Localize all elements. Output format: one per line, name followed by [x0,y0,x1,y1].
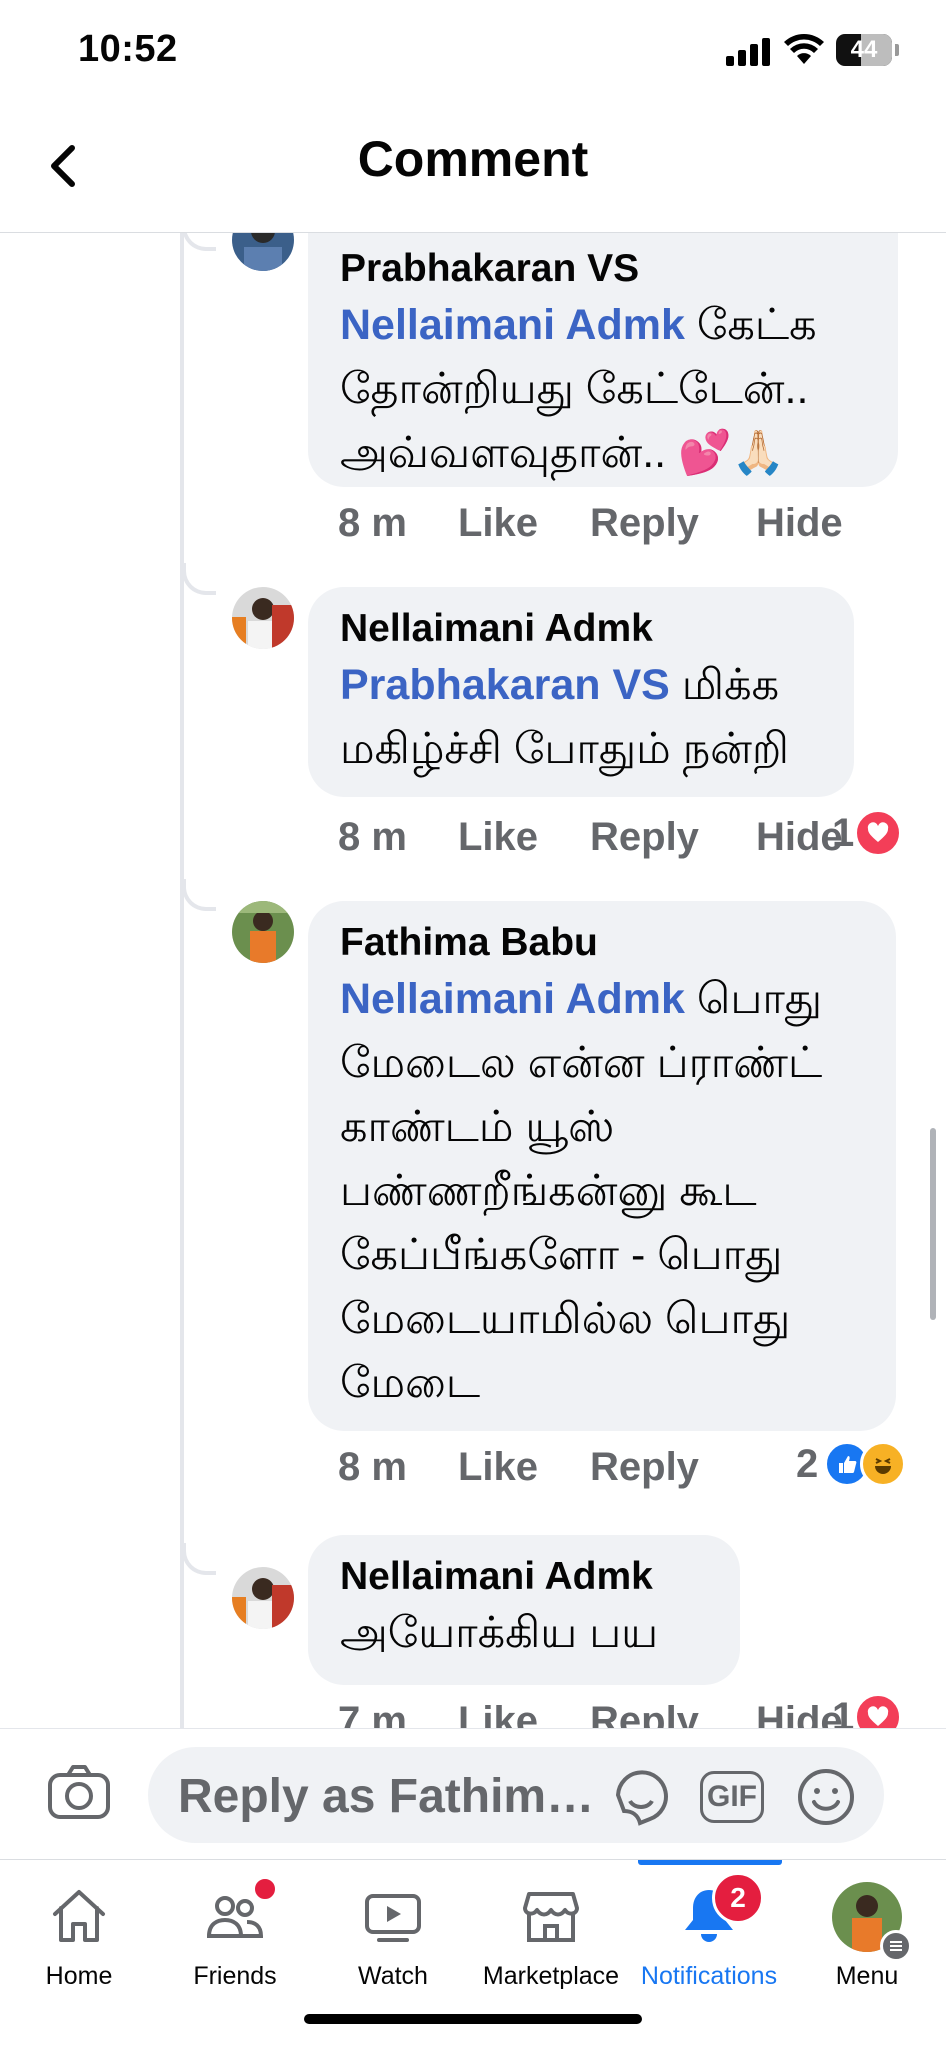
marketplace-icon [523,1892,579,1942]
thread-connector [182,879,216,911]
comment-line: கேட்க [696,301,817,349]
comment-line: பண்ணறீங்கன்னு கூட [340,1167,757,1215]
home-icon [53,1890,105,1942]
comment-line: தோன்றியது கேட்டேன்.. [340,365,809,413]
wifi-icon [784,34,824,64]
tab-label: Watch [358,1962,428,1990]
hide-button[interactable]: Hide [756,501,843,546]
avatar[interactable] [232,1567,294,1629]
tab-marketplace[interactable]: Marketplace [472,1860,630,2010]
avatar[interactable] [232,901,294,963]
comment-thread[interactable]: Prabhakaran VS Nellaimani Admk கேட்க தோன… [0,233,946,1728]
comment-bubble[interactable]: Fathima Babu Nellaimani Admk பொது மேடைல … [308,901,896,1431]
tab-label: Home [45,1962,113,1990]
comment-author[interactable]: Nellaimani Admk [340,605,820,653]
reaction-count: 2 [796,1441,819,1486]
page-title: Comment [357,131,589,187]
menu-icon [880,1930,912,1962]
like-button[interactable]: Like [458,815,538,860]
reaction-summary[interactable]: 2 [796,1441,907,1487]
comment-author[interactable]: Fathima Babu [340,919,862,967]
reaction-count: 1 [832,1694,855,1729]
hide-button[interactable]: Hide [756,1699,843,1728]
comment-line: கேப்பீங்களோ - பொது [340,1231,783,1279]
avatar[interactable] [232,233,294,271]
avatar[interactable] [232,587,294,649]
tab-watch[interactable]: Watch [314,1860,472,2010]
reaction-count: 1 [832,810,855,855]
thread-connector [182,563,216,595]
watch-icon [365,1894,421,1942]
header: Comment [0,100,946,233]
home-indicator [304,2014,642,2024]
tab-menu[interactable]: Menu [788,1860,946,2010]
comment-bubble[interactable]: Prabhakaran VS Nellaimani Admk கேட்க தோன… [308,233,898,487]
like-button[interactable]: Like [458,1699,538,1728]
comment-author[interactable]: Prabhakaran VS [340,245,864,293]
thread-connector [182,1543,216,1575]
tab-label: Marketplace [482,1962,620,1990]
reply-button[interactable]: Reply [590,501,699,546]
battery-level: 44 [850,36,878,63]
comment-line: மேடைல என்ன ப்ராண்ட் [340,1039,823,1087]
comment-time: 8 m [338,815,407,859]
comment-time: 8 m [338,501,407,545]
comment-line: மேடையாமில்ல பொது [340,1295,791,1343]
comment-time: 8 m [338,1445,407,1489]
tab-label: Friends [193,1962,277,1990]
friends-notification-dot [252,1876,278,1902]
comment-text: அயோக்கிய பய [340,1601,706,1665]
comment-text: Nellaimani Admk கேட்க தோன்றியது கேட்டேன்… [340,293,864,485]
mention-link[interactable]: Nellaimani Admk [340,301,685,349]
battery-icon: 44 [836,34,899,66]
like-button[interactable]: Like [458,1445,538,1490]
comment-line: காண்டம் யூஸ் [340,1103,615,1151]
comment-text: Nellaimani Admk பொது மேடைல என்ன ப்ராண்ட்… [340,967,862,1415]
comment-text: Prabhakaran VS மிக்க மகிழ்ச்சி போதும் நன… [340,653,820,781]
tab-label: Notifications [640,1962,778,1990]
reaction-summary[interactable]: 1 [832,1693,903,1729]
gif-button[interactable]: GIF [700,1771,764,1823]
haha-reaction-icon [860,1441,907,1487]
emoji-icon[interactable] [796,1767,856,1827]
comment-line: மிக்க [681,661,780,709]
comment-line: பொது [696,975,823,1023]
love-reaction-icon [854,809,903,857]
thread-connector [182,233,216,251]
like-button[interactable]: Like [458,501,538,546]
love-reaction-icon [854,1693,903,1728]
comment-line: அயோக்கிய பய [340,1609,659,1657]
comment-bubble[interactable]: Nellaimani Admk Prabhakaran VS மிக்க மகி… [308,587,854,797]
comment-bubble[interactable]: Nellaimani Admk அயோக்கிய பய [308,1535,740,1685]
reply-button[interactable]: Reply [590,815,699,860]
comment-line: மேடை [340,1359,481,1407]
cellular-signal-icon [726,38,770,66]
tab-home[interactable]: Home [0,1860,158,2010]
camera-icon[interactable] [46,1759,112,1825]
scrollbar[interactable] [930,1128,936,1320]
tab-label: Menu [835,1962,899,1990]
comment-time: 7 m [338,1699,407,1728]
comment-author[interactable]: Nellaimani Admk [340,1553,706,1601]
status-bar: 10:52 44 [0,0,946,100]
mention-link[interactable]: Nellaimani Admk [340,975,685,1023]
notifications-badge: 2 [712,1872,764,1924]
hide-button[interactable]: Hide [756,815,843,860]
reaction-summary[interactable]: 1 [832,809,903,857]
reply-placeholder: Reply as Fathima Babu… [178,1770,618,1823]
comment-line: மகிழ்ச்சி போதும் நன்றி [340,725,789,773]
reply-input[interactable]: Reply as Fathima Babu… GIF [148,1747,884,1843]
mention-link[interactable]: Prabhakaran VS [340,661,670,709]
status-time: 10:52 [78,28,178,70]
comment-line: அவ்வளவுதான்.. 💕🙏🏻 [340,429,786,477]
tab-friends[interactable]: Friends [156,1860,314,2010]
reply-button[interactable]: Reply [590,1699,699,1728]
reply-composer: Reply as Fathima Babu… GIF [0,1728,946,1859]
reply-button[interactable]: Reply [590,1445,699,1490]
sticker-icon[interactable] [610,1765,674,1829]
tab-notifications[interactable]: 2 Notifications [630,1860,788,2010]
thread-line [180,233,184,1728]
